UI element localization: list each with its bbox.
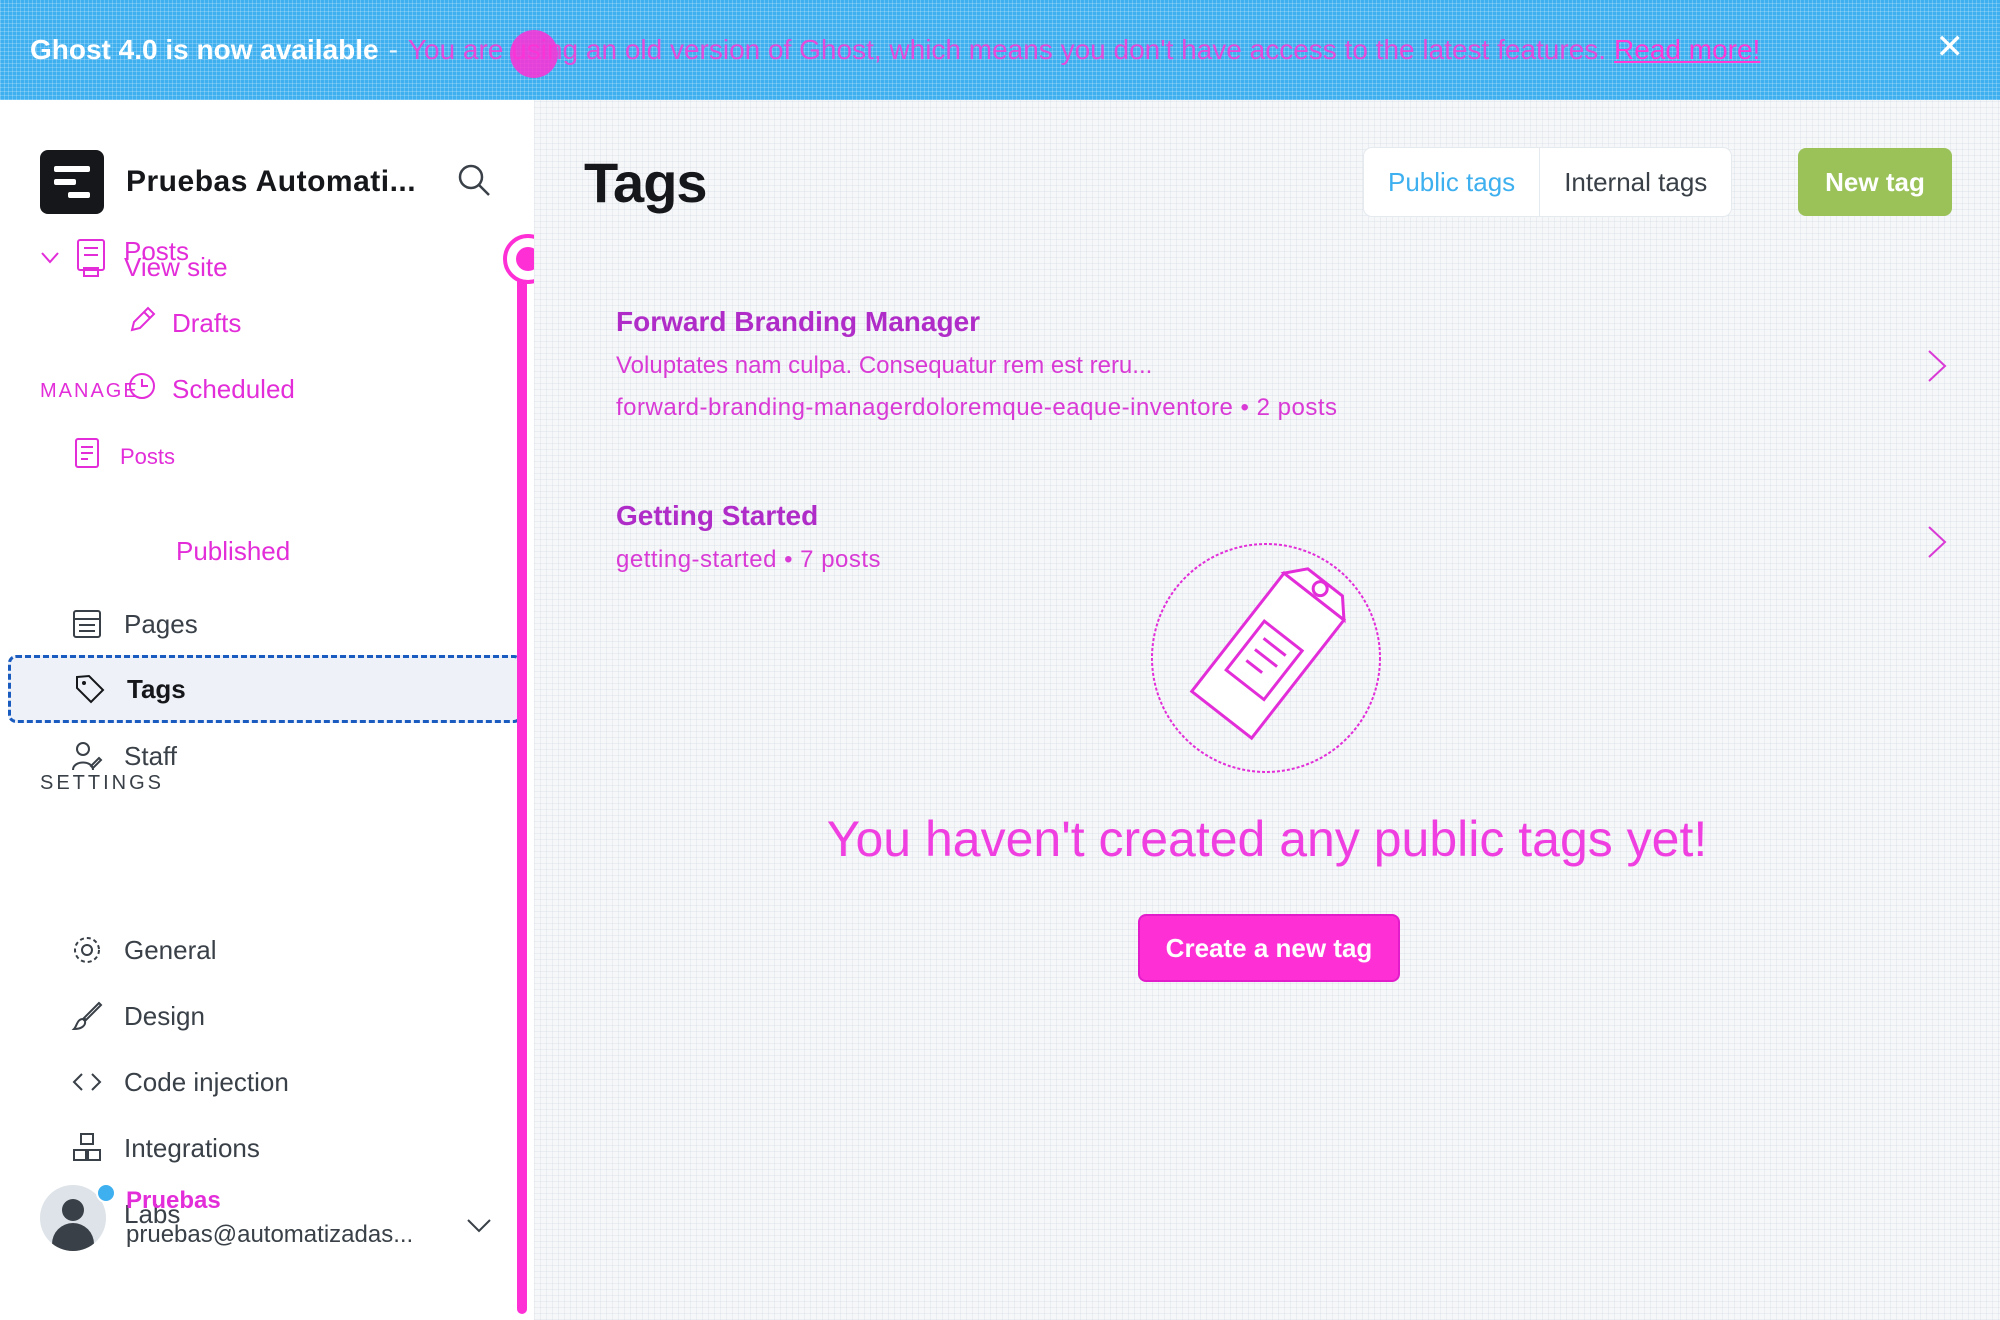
- page-title: Tags: [584, 151, 708, 214]
- tab-public-tags[interactable]: Public tags: [1364, 148, 1541, 216]
- sidebar-item-published[interactable]: Published: [176, 536, 290, 567]
- sidebar-item-drafts-label: Drafts: [172, 308, 242, 338]
- banner-separator: -: [388, 34, 398, 65]
- chevron-down-icon: [40, 251, 64, 270]
- empty-state-message: You haven't created any public tags yet!: [826, 811, 1708, 867]
- banner-message: You are using an old version of Ghost, w…: [407, 34, 1607, 65]
- scroll-track[interactable]: [517, 262, 527, 1314]
- cursor-marker: [510, 30, 558, 78]
- new-tag-button[interactable]: New tag: [1798, 148, 1952, 216]
- code-icon: [70, 1065, 104, 1099]
- staff-icon: [70, 739, 104, 773]
- tag-name: Forward Branding Manager: [616, 306, 981, 337]
- brand[interactable]: Pruebas Automati...: [40, 150, 416, 214]
- sidebar-item-integrations[interactable]: Integrations: [70, 1122, 260, 1174]
- banner-title: Ghost 4.0 is now available: [30, 34, 379, 65]
- sidebar-item-code-injection[interactable]: Code injection: [70, 1056, 289, 1108]
- sidebar-item-drafts[interactable]: Drafts: [126, 304, 241, 343]
- sidebar: Pruebas Automati... Posts View site Draf…: [0, 100, 534, 1320]
- search-icon[interactable]: [456, 162, 492, 198]
- tag-post-count: 7 posts: [800, 546, 882, 573]
- sidebar-item-general-label: General: [124, 934, 217, 965]
- sidebar-item-design[interactable]: Design: [70, 990, 205, 1042]
- sidebar-item-posts-collapse[interactable]: [40, 238, 108, 283]
- tag-illustration-icon: [1148, 540, 1384, 776]
- pencil-icon: [126, 304, 158, 343]
- sidebar-item-integrations-label: Integrations: [124, 1132, 260, 1163]
- chevron-down-icon[interactable]: [466, 1218, 492, 1239]
- tab-internal-tags[interactable]: Internal tags: [1540, 148, 1731, 216]
- chevron-right-icon: [1926, 348, 1948, 389]
- user-email: pruebas@automatizadas...: [126, 1221, 414, 1248]
- tag-post-count: 2 posts: [1256, 394, 1338, 421]
- user-menu[interactable]: Pruebas pruebas@automatizadas...: [40, 1183, 414, 1251]
- view-site-link[interactable]: View site: [124, 252, 228, 283]
- sidebar-item-pages[interactable]: Pages: [70, 598, 198, 650]
- sidebar-item-posts-label: Posts: [120, 443, 176, 469]
- close-icon[interactable]: ✕: [1936, 30, 1965, 64]
- notification-dot: [96, 1183, 116, 1203]
- ghost-logo-icon: [40, 150, 104, 214]
- site-title: Pruebas Automati...: [126, 165, 417, 198]
- integrations-icon: [70, 1131, 104, 1165]
- chevron-right-icon: [1926, 524, 1948, 565]
- banner-read-more-link[interactable]: Read more!: [1614, 34, 1760, 66]
- sidebar-item-staff-label: Staff: [124, 740, 178, 771]
- sidebar-item-scheduled[interactable]: Scheduled: [126, 370, 295, 409]
- sidebar-item-design-label: Design: [124, 1000, 205, 1031]
- posts-icon: [72, 436, 106, 477]
- pages-icon: [70, 607, 104, 641]
- tag-row[interactable]: Forward Branding Manager Voluptates nam …: [616, 306, 1956, 422]
- sidebar-item-general[interactable]: General: [70, 924, 217, 976]
- sidebar-item-scheduled-label: Scheduled: [172, 374, 295, 404]
- brush-icon: [70, 999, 104, 1033]
- sidebar-item-posts[interactable]: Posts: [72, 436, 175, 477]
- tag-icon: [73, 672, 107, 706]
- sidebar-item-tags[interactable]: Tags: [8, 655, 522, 723]
- sidebar-item-tags-label: Tags: [127, 673, 186, 704]
- sidebar-item-code-injection-label: Code injection: [124, 1066, 289, 1097]
- sidebar-item-pages-label: Pages: [124, 608, 198, 639]
- clock-icon: [126, 370, 158, 409]
- tag-slug: forward-branding-managerdoloremque-eaque…: [616, 394, 1234, 421]
- user-name: Pruebas: [126, 1187, 221, 1214]
- gear-icon: [70, 933, 104, 967]
- main-content: Tags Public tags Internal tags New tag F…: [534, 100, 2000, 1320]
- manage-section-label: MANAGE: [40, 380, 139, 402]
- settings-section-label: SETTINGS: [40, 772, 165, 794]
- tag-type-switch: Public tags Internal tags: [1364, 148, 1732, 216]
- upgrade-banner: Ghost 4.0 is now available - You are usi…: [0, 0, 2000, 100]
- posts-icon: [74, 238, 108, 283]
- tag-name: Getting Started: [616, 500, 819, 531]
- tag-description: Voluptates nam culpa. Consequatur rem es…: [616, 352, 1153, 379]
- tag-meta: forward-branding-managerdoloremque-eaque…: [616, 394, 1338, 421]
- create-new-tag-button[interactable]: Create a new tag: [1138, 914, 1400, 982]
- tag-slug: getting-started: [616, 546, 777, 573]
